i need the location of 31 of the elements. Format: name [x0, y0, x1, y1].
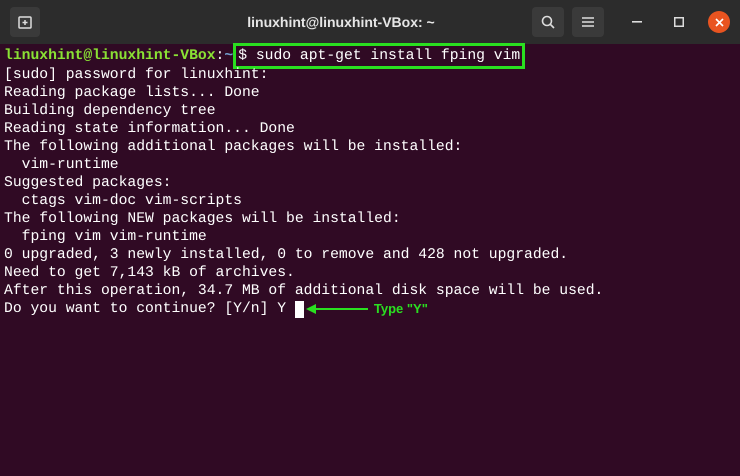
arrow-icon: [306, 304, 368, 314]
output-line: The following NEW packages will be installed:: [4, 210, 402, 228]
output-line: 0 upgraded, 3 newly installed, 0 to remove and 428 not upgraded.: [4, 246, 570, 264]
new-tab-button[interactable]: [10, 7, 40, 37]
output-line: The following additional packages will be installed:: [4, 138, 464, 156]
cursor: [294, 300, 304, 318]
menu-icon: [581, 16, 595, 28]
output-line: Building dependency tree: [4, 102, 217, 120]
output-line: vim-runtime: [20, 156, 120, 174]
prompt-separator: :: [216, 47, 224, 65]
output-line: After this operation, 34.7 MB of additional disk space will be used.: [4, 282, 604, 300]
minimize-icon: [632, 21, 642, 23]
input-line: Do you want to continue? [Y/n] Y: [4, 300, 288, 318]
output-line: [sudo] password for linuxhint:: [4, 66, 270, 84]
search-icon: [540, 14, 556, 30]
new-tab-icon: [17, 14, 33, 30]
search-button[interactable]: [532, 7, 564, 37]
close-icon: [714, 18, 724, 26]
output-line: Need to get 7,143 kB of archives.: [4, 264, 296, 282]
output-line: fping vim vim-runtime: [20, 228, 208, 246]
maximize-icon: [674, 17, 684, 27]
window-title: linuxhint@linuxhint-VBox: ~: [247, 12, 435, 32]
annotation-label: Type "Y": [374, 300, 428, 318]
output-line: Reading state information... Done: [4, 120, 296, 138]
close-button[interactable]: [708, 11, 730, 33]
output-line: ctags vim-doc vim-scripts: [20, 192, 243, 210]
prompt-path: ~: [224, 47, 234, 65]
output-line: Suggested packages:: [4, 174, 172, 192]
output-line: Reading package lists... Done: [4, 84, 261, 102]
menu-button[interactable]: [572, 7, 604, 37]
prompt-user-host: linuxhint@linuxhint-VBox: [4, 47, 216, 65]
